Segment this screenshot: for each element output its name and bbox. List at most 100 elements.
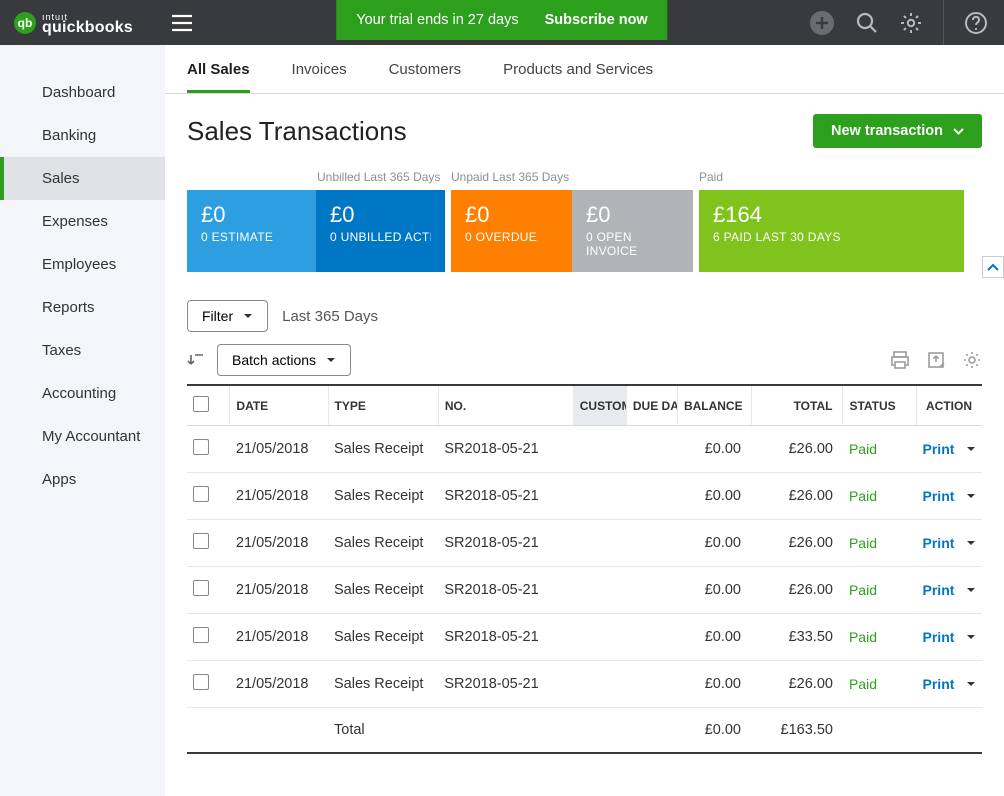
row-checkbox[interactable] (193, 674, 209, 690)
sidebar-item-reports[interactable]: Reports (0, 286, 165, 329)
sidebar-item-employees[interactable]: Employees (0, 243, 165, 286)
chevron-down-icon[interactable] (966, 634, 976, 640)
cell-status: Paid (843, 426, 917, 473)
cell-customer (573, 520, 626, 567)
chevron-down-icon (953, 128, 964, 135)
chevron-down-icon[interactable] (966, 587, 976, 593)
sidebar-item-my-accountant[interactable]: My Accountant (0, 415, 165, 458)
search-icon[interactable] (855, 11, 879, 35)
sidebar-item-accounting[interactable]: Accounting (0, 372, 165, 415)
cell-due (626, 473, 677, 520)
chevron-down-icon[interactable] (966, 540, 976, 546)
subtabs: All Sales Invoices Customers Products an… (165, 45, 1004, 94)
cell-total: £26.00 (751, 473, 843, 520)
cell-action: Print (917, 614, 982, 661)
table-row[interactable]: 21/05/2018Sales ReceiptSR2018-05-21£0.00… (187, 614, 982, 661)
tab-invoices[interactable]: Invoices (292, 61, 347, 93)
filter-button[interactable]: Filter (187, 300, 268, 332)
cell-status: Paid (843, 520, 917, 567)
cell-type: Sales Receipt (328, 426, 438, 473)
col-no[interactable]: NO. (438, 385, 573, 426)
row-checkbox[interactable] (193, 627, 209, 643)
print-link[interactable]: Print (923, 441, 955, 457)
card-unbilled-activity[interactable]: £0 0 UNBILLED ACTIVITY (316, 190, 445, 272)
col-due-date[interactable]: DUE DATE (626, 385, 677, 426)
tab-label: Customers (389, 61, 462, 78)
batch-actions-button[interactable]: Batch actions (217, 344, 351, 376)
print-link[interactable]: Print (923, 629, 955, 645)
tab-products-services[interactable]: Products and Services (503, 61, 653, 93)
col-total[interactable]: TOTAL (751, 385, 843, 426)
cell-status: Paid (843, 661, 917, 708)
tab-label: Invoices (292, 61, 347, 78)
cell-total: £33.50 (751, 614, 843, 661)
sidebar-item-expenses[interactable]: Expenses (0, 200, 165, 243)
page-title: Sales Transactions (187, 116, 407, 147)
gear-icon[interactable] (899, 11, 923, 35)
select-all-checkbox[interactable] (193, 396, 209, 412)
print-link[interactable]: Print (923, 582, 955, 598)
row-checkbox[interactable] (193, 533, 209, 549)
cell-status: Paid (843, 473, 917, 520)
sidebar-item-taxes[interactable]: Taxes (0, 329, 165, 372)
top-icons (809, 0, 1004, 45)
table-footer-row: Total £0.00 £163.50 (187, 708, 982, 754)
divider (943, 0, 944, 45)
new-transaction-button[interactable]: New transaction (813, 114, 982, 148)
print-icon[interactable] (890, 350, 910, 370)
sidebar-item-label: Sales (42, 170, 80, 187)
sidebar: Dashboard Banking Sales Expenses Employe… (0, 45, 165, 796)
sidebar-item-label: Taxes (42, 342, 81, 359)
card-estimate[interactable]: £0 0 ESTIMATE (187, 190, 316, 272)
cell-no: SR2018-05-21 (438, 426, 573, 473)
chevron-up-icon (987, 263, 999, 271)
button-label: Batch actions (232, 352, 316, 368)
print-link[interactable]: Print (923, 676, 955, 692)
sidebar-item-sales[interactable]: Sales (0, 157, 165, 200)
col-date[interactable]: DATE (230, 385, 328, 426)
tab-all-sales[interactable]: All Sales (187, 61, 250, 93)
col-customer[interactable]: CUSTOMER (573, 385, 626, 426)
col-action[interactable]: ACTION (917, 385, 982, 426)
subscribe-link[interactable]: Subscribe now (545, 12, 648, 28)
cell-action: Print (917, 567, 982, 614)
table-row[interactable]: 21/05/2018Sales ReceiptSR2018-05-21£0.00… (187, 426, 982, 473)
col-status[interactable]: STATUS (843, 385, 917, 426)
moneybar-label-unbilled: Unbilled Last 365 Days (187, 170, 445, 184)
sort-arrow-icon[interactable] (187, 351, 205, 369)
chevron-down-icon[interactable] (966, 493, 976, 499)
table-row[interactable]: 21/05/2018Sales ReceiptSR2018-05-21£0.00… (187, 520, 982, 567)
sidebar-item-dashboard[interactable]: Dashboard (0, 71, 165, 114)
chevron-down-icon[interactable] (966, 681, 976, 687)
print-link[interactable]: Print (923, 535, 955, 551)
menu-toggle-icon[interactable] (171, 14, 193, 32)
row-checkbox[interactable] (193, 439, 209, 455)
row-checkbox[interactable] (193, 580, 209, 596)
table-row[interactable]: 21/05/2018Sales ReceiptSR2018-05-21£0.00… (187, 661, 982, 708)
row-checkbox[interactable] (193, 486, 209, 502)
sidebar-item-label: Dashboard (42, 84, 115, 101)
settings-icon[interactable] (962, 350, 982, 370)
col-type[interactable]: TYPE (328, 385, 438, 426)
card-paid[interactable]: £164 6 PAID LAST 30 DAYS (699, 190, 964, 272)
logo[interactable]: qb ıntuıt quickbooks (0, 10, 133, 36)
create-icon[interactable] (809, 10, 835, 36)
table-row[interactable]: 21/05/2018Sales ReceiptSR2018-05-21£0.00… (187, 473, 982, 520)
chevron-down-icon[interactable] (966, 446, 976, 452)
cell-balance: £0.00 (677, 426, 751, 473)
card-label: 0 UNBILLED ACTIVITY (330, 230, 431, 244)
print-link[interactable]: Print (923, 488, 955, 504)
card-open-invoice[interactable]: £0 0 OPEN INVOICE (572, 190, 693, 272)
card-amount: £0 (201, 202, 302, 228)
card-overdue[interactable]: £0 0 OVERDUE (451, 190, 572, 272)
scroll-up-button[interactable] (982, 256, 1004, 278)
table-row[interactable]: 21/05/2018Sales ReceiptSR2018-05-21£0.00… (187, 567, 982, 614)
export-icon[interactable] (926, 350, 946, 370)
cell-action: Print (917, 473, 982, 520)
tab-customers[interactable]: Customers (389, 61, 462, 93)
sidebar-item-apps[interactable]: Apps (0, 458, 165, 501)
sidebar-item-banking[interactable]: Banking (0, 114, 165, 157)
help-icon[interactable] (964, 11, 988, 35)
sidebar-item-label: Banking (42, 127, 96, 144)
col-balance[interactable]: BALANCE (677, 385, 751, 426)
